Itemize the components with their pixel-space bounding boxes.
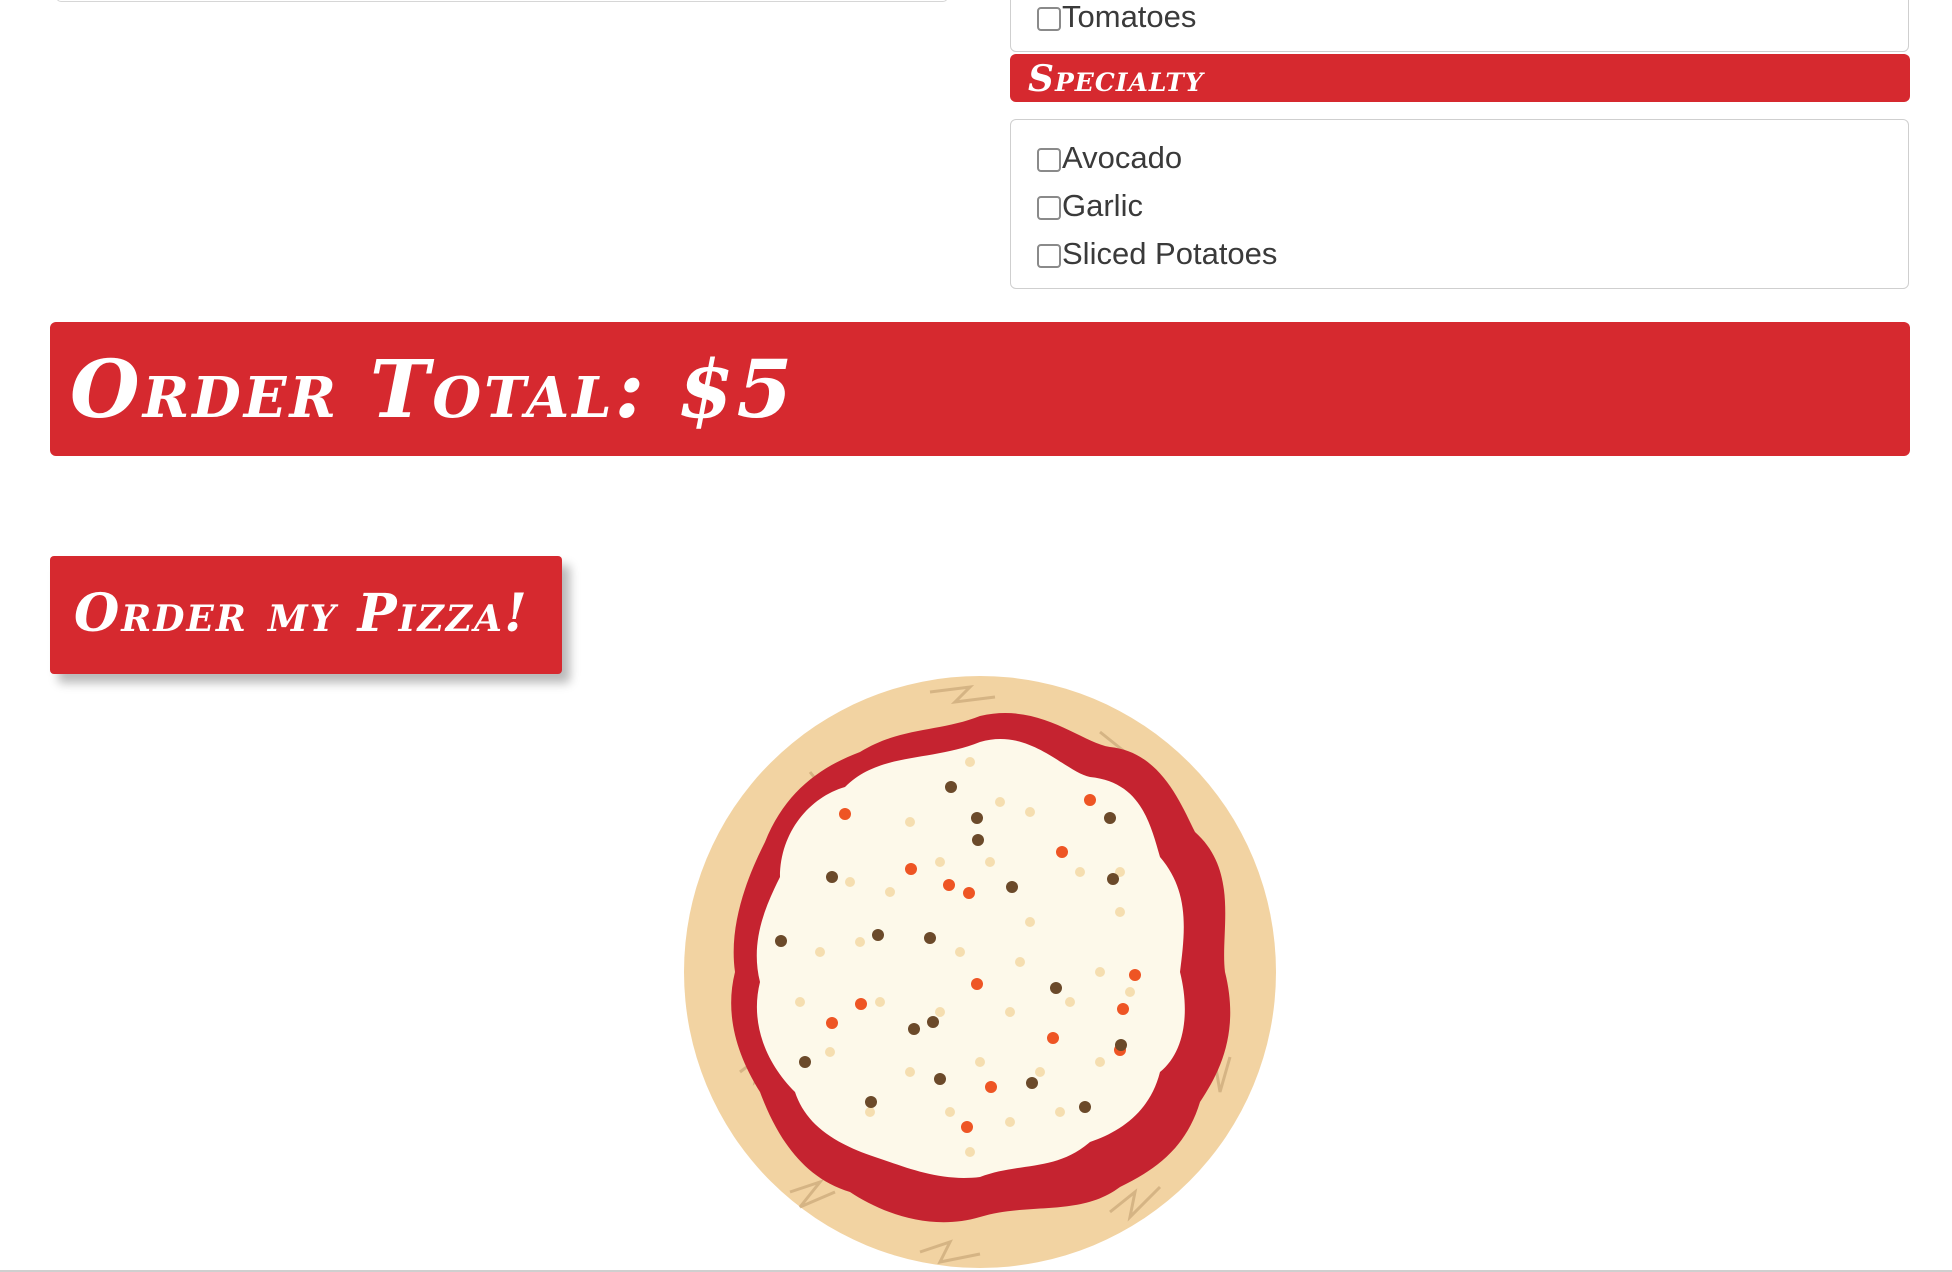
- specialty-header: Specialty: [1010, 54, 1910, 102]
- topping-sliced-potatoes-option[interactable]: Sliced Potatoes: [1037, 234, 1277, 274]
- topping-label: Avocado: [1062, 140, 1183, 175]
- order-total-text: Order Total: $5: [70, 342, 796, 436]
- topping-label: Garlic: [1062, 188, 1143, 223]
- avocado-checkbox[interactable]: [1037, 148, 1061, 172]
- topping-avocado-option[interactable]: Avocado: [1037, 138, 1182, 178]
- order-pizza-button-label: Order my Pizza!: [74, 583, 529, 644]
- pizza-cheese: [756, 738, 1185, 1178]
- topping-label: Tomatoes: [1062, 0, 1197, 34]
- sliced-potatoes-checkbox[interactable]: [1037, 244, 1061, 268]
- specialty-panel: Avocado Garlic Sliced Potatoes: [1010, 119, 1909, 289]
- toppings-panel: Tomatoes: [1010, 0, 1909, 52]
- section-title: Specialty: [1028, 58, 1204, 100]
- topping-label: Sliced Potatoes: [1062, 236, 1278, 271]
- order-pizza-button[interactable]: Order my Pizza!: [50, 556, 562, 674]
- garlic-checkbox[interactable]: [1037, 196, 1061, 220]
- topping-tomatoes-option[interactable]: Tomatoes: [1037, 0, 1196, 37]
- tomatoes-checkbox[interactable]: [1037, 7, 1061, 31]
- order-total-banner: Order Total: $5: [50, 322, 1910, 456]
- previous-section-card: [56, 0, 948, 2]
- pizza-preview-image: [684, 676, 1276, 1268]
- topping-garlic-option[interactable]: Garlic: [1037, 186, 1143, 226]
